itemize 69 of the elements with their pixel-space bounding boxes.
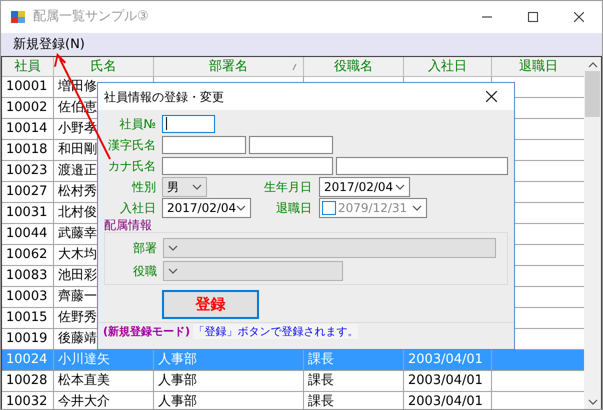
table-cell: 今井大介 [54,392,154,409]
close-icon[interactable] [486,91,496,102]
table-cell: 10015 [2,308,54,329]
input-field[interactable] [162,136,246,154]
table-row[interactable]: 10024 小川達矢 人事部 課長 2003/04/01 [2,350,584,371]
column-header[interactable]: 入社日 [404,57,492,77]
table-cell: 10044 [2,224,54,245]
date-picker[interactable]: 2079/12/31 [319,198,427,218]
table-cell: 10027 [2,182,54,203]
dropdown-icon[interactable] [412,205,422,211]
column-header[interactable]: 役職名 [304,57,404,77]
table-cell: 2003/04/01 [404,392,492,409]
table-cell: 2003/04/01 [404,371,492,392]
close-icon[interactable] [574,12,584,22]
input-field[interactable] [162,157,333,175]
table-cell: 課長 [304,371,404,392]
field-label: 役職 [132,265,157,277]
table-cell: 人事部 [154,392,304,409]
table-cell: 10014 [2,119,54,140]
dropdown-icon[interactable] [236,205,246,211]
table-cell: 松本直美 [54,371,154,392]
table-cell: 人事部 [154,350,304,371]
date-picker[interactable]: 2017/02/04 [162,198,251,218]
table-cell: 10023 [2,161,54,182]
scroll-down-icon[interactable] [588,399,598,405]
column-header[interactable]: 部署名 [154,57,304,77]
table-cell: 10032 [2,392,54,409]
field-label: 性別 [130,181,156,193]
field-label: 退職日 [275,202,312,214]
table-cell: 10083 [2,266,54,287]
field-label: 社員№ [118,118,156,130]
dropdown-icon[interactable] [395,184,405,190]
date-picker[interactable]: 2017/02/04 [319,177,410,197]
table-row[interactable]: 10028 松本直美 人事部 課長 2003/04/01 [2,371,584,392]
maximize-icon[interactable] [528,12,538,22]
table-cell: 10002 [2,98,54,119]
table-cell: 小川達矢 [54,350,154,371]
app-icon [11,10,25,24]
table-cell: 2003/04/01 [404,350,492,371]
table-cell: 課長 [304,392,404,409]
table-cell: 10062 [2,245,54,266]
input-field[interactable] [336,157,508,175]
table-cell: 10003 [2,287,54,308]
field-label: 部署 [132,242,157,254]
table-cell: 10031 [2,203,54,224]
register-button[interactable]: 登録 [162,290,259,319]
gender-select[interactable]: 男 [162,177,207,197]
field-label: 漢字氏名 [107,139,156,151]
scroll-up-icon[interactable] [588,62,598,68]
field-label: 生年月日 [263,181,312,193]
field-label: 入社日 [119,202,156,214]
table-cell: 課長 [304,350,404,371]
dropdown-icon[interactable] [192,184,202,190]
table-cell: 人事部 [154,371,304,392]
text-cursor [166,116,167,130]
field-label: カナ氏名 [107,160,156,172]
checkbox[interactable] [322,201,336,215]
input-field[interactable] [162,115,215,133]
input-field[interactable] [249,136,333,154]
table-cell: 10028 [2,371,54,392]
window-title: 配属一覧サンプル③ [33,8,149,26]
menu-item[interactable]: 新規登録(N) [7,34,91,54]
table-cell: 10024 [2,350,54,371]
scrollbar-thumb[interactable] [585,71,600,117]
column-header[interactable]: 社員 [2,57,54,77]
status-message: 「登録」ボタンで登録されます。 [193,324,358,339]
scrollbar[interactable] [584,57,601,409]
table-cell: 10001 [2,77,54,98]
table-cell: 10018 [2,140,54,161]
